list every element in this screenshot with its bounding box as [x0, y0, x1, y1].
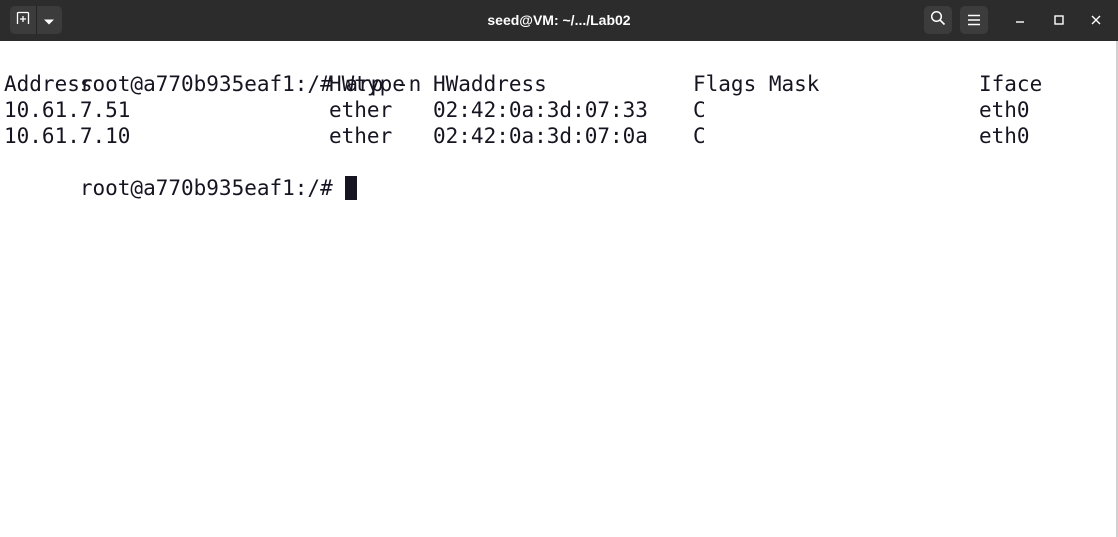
cell-address: 10.61.7.10: [4, 124, 131, 148]
cell-flags: C: [693, 98, 706, 122]
terminal-output[interactable]: root@a770b935eaf1:/# arp -n Address HWty…: [0, 41, 1116, 537]
header-address: Address: [4, 72, 93, 96]
cell-flags: C: [693, 124, 706, 148]
current-prompt-line[interactable]: root@a770b935eaf1:/#: [4, 149, 1116, 200]
command-line: root@a770b935eaf1:/# arp -n: [4, 45, 1116, 96]
cell-hwaddress: 02:42:0a:3d:07:33: [433, 98, 648, 122]
minimize-icon: [1014, 11, 1026, 30]
search-icon: [930, 10, 946, 30]
cell-hwaddress: 02:42:0a:3d:07:0a: [433, 124, 648, 148]
maximize-button[interactable]: [1045, 6, 1073, 34]
close-icon: [1090, 11, 1102, 30]
table-row: 10.61.7.51 ether 02:42:0a:3d:07:33 C eth…: [4, 97, 1116, 123]
cell-hwtype: ether: [329, 98, 393, 122]
menu-button[interactable]: [960, 6, 988, 34]
close-button[interactable]: [1082, 6, 1110, 34]
hamburger-menu-icon: [967, 11, 981, 30]
terminal-window: seed@VM: ~/.../Lab02 root@a770b935eaf1:/…: [0, 0, 1118, 537]
search-button[interactable]: [924, 6, 952, 34]
cell-hwtype: ether: [329, 124, 393, 148]
cell-iface: eth0: [979, 124, 1030, 148]
minimize-button[interactable]: [1006, 6, 1034, 34]
text-cursor: [345, 176, 358, 200]
header-hwtype: HWtype: [329, 72, 405, 96]
table-header-row: Address HWtype HWaddress Flags Mask Ifac…: [4, 71, 1116, 97]
title-bar: seed@VM: ~/.../Lab02: [0, 0, 1118, 41]
header-flags-mask: Flags Mask: [693, 72, 820, 96]
cell-iface: eth0: [979, 98, 1030, 122]
cell-address: 10.61.7.51: [4, 98, 131, 122]
header-iface: Iface: [979, 72, 1043, 96]
maximize-icon: [1053, 11, 1065, 30]
prompt: root@a770b935eaf1:/#: [79, 176, 333, 200]
table-row: 10.61.7.10 ether 02:42:0a:3d:07:0a C eth…: [4, 123, 1116, 149]
header-hwaddress: HWaddress: [433, 72, 547, 96]
